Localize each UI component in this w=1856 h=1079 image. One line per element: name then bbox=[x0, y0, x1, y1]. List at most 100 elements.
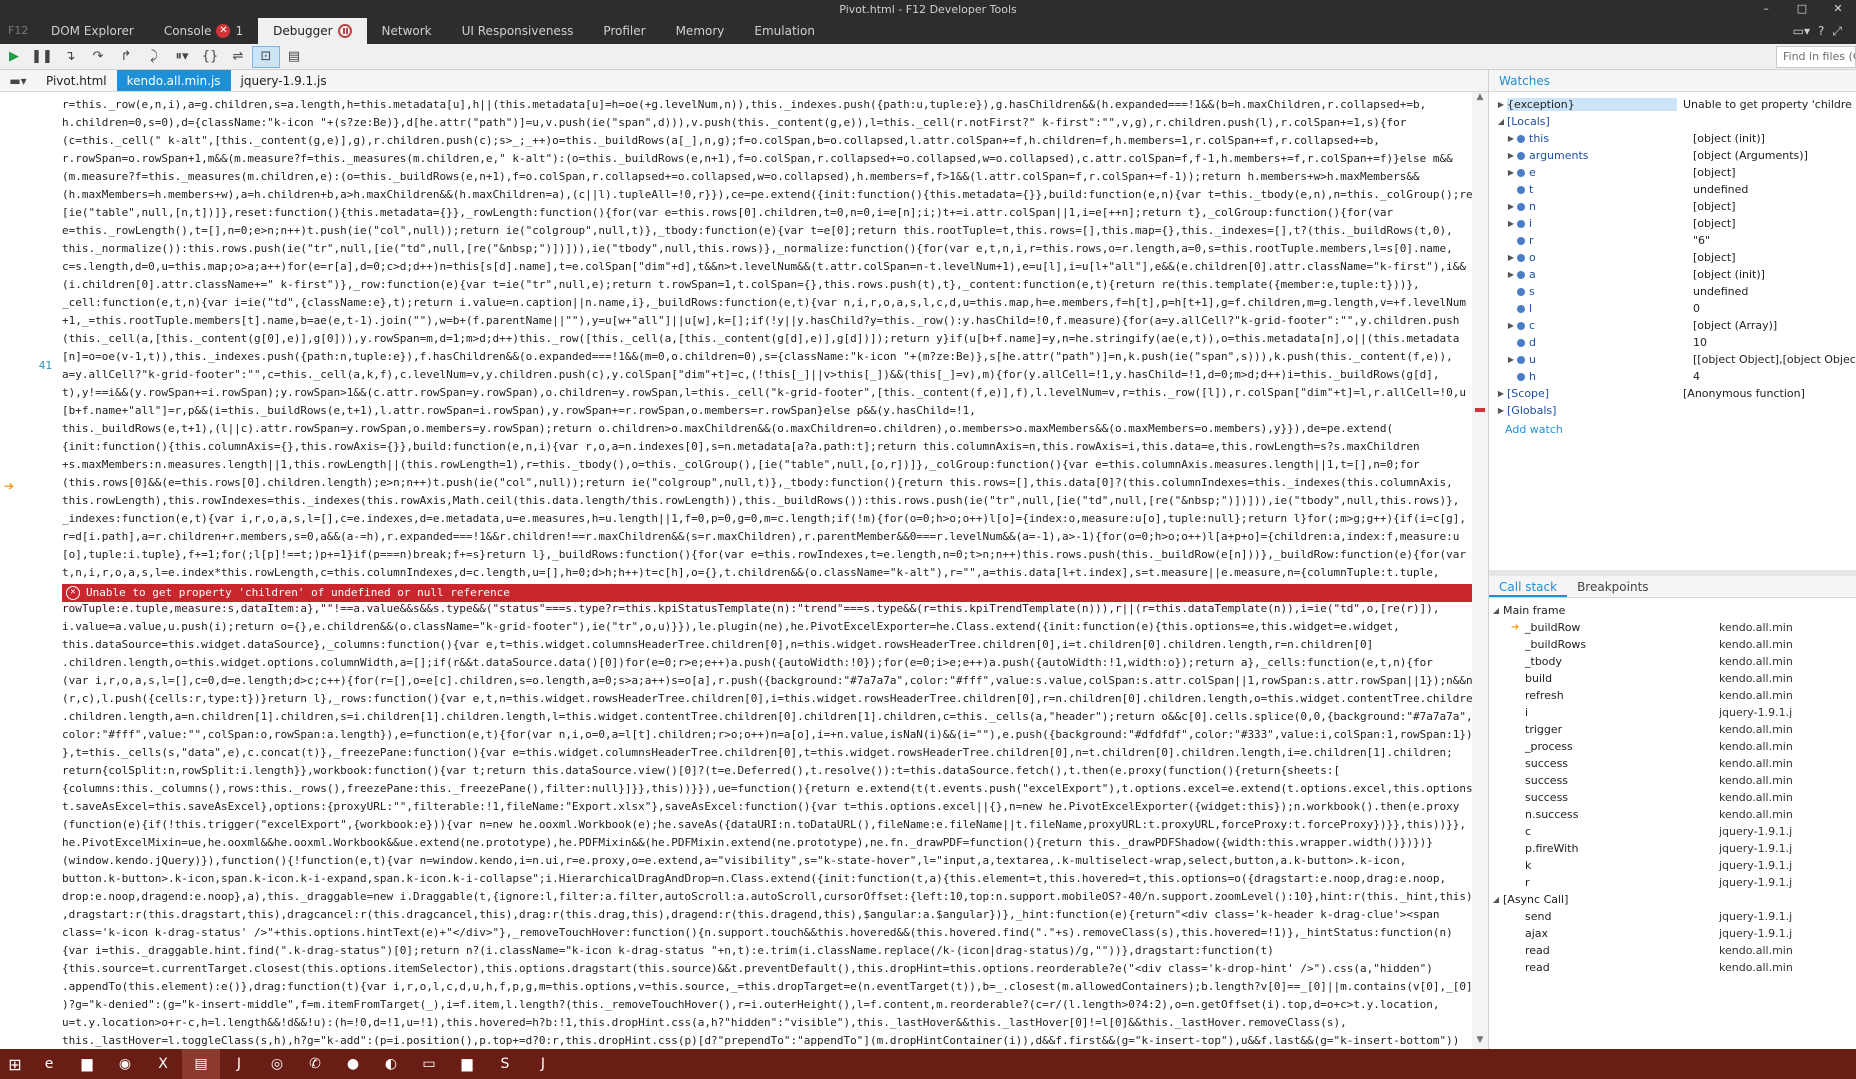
just-my-code-button[interactable]: ⊡ bbox=[252, 45, 280, 68]
watch-row[interactable]: ▶ a [object (init)] bbox=[1489, 266, 1856, 283]
collapse-icon[interactable]: ◢ bbox=[1489, 606, 1503, 615]
code-line[interactable]: .children.length,a=n.children[1].childre… bbox=[62, 708, 1472, 726]
code-line[interactable]: .children.length,o=this.widget.options.c… bbox=[62, 654, 1472, 672]
source-map-button[interactable]: ▤ bbox=[280, 46, 308, 68]
callstack-frame[interactable]: read kendo.all.min bbox=[1489, 959, 1856, 976]
expand-icon[interactable]: ▶ bbox=[1505, 355, 1517, 364]
windows-start-icon[interactable]: ⊞ bbox=[0, 1049, 30, 1079]
watch-row[interactable]: ▶ {exception} Unable to get property 'chil… bbox=[1489, 96, 1856, 113]
code-line[interactable]: this._buildRows(e,t+1),(l||c).attr.rowSp… bbox=[62, 420, 1472, 438]
pin-icon[interactable]: ⤢ bbox=[1832, 24, 1842, 39]
expand-icon[interactable]: ▶ bbox=[1495, 389, 1507, 398]
code-line[interactable]: this._lastHover=l.toggleClass(s,h),h?g="… bbox=[62, 1032, 1472, 1049]
skype-icon[interactable]: S bbox=[486, 1049, 524, 1079]
callstack-frame[interactable]: c jquery-1.9.1.j bbox=[1489, 823, 1856, 840]
code-line[interactable]: class='k-icon k-drag-status' />"+this.op… bbox=[62, 924, 1472, 942]
code-line[interactable]: he.PivotExcelMixin=ue,he.ooxml&&he.ooxml… bbox=[62, 834, 1472, 852]
code-line[interactable]: +s.maxMembers:n.measures.length||1,this.… bbox=[62, 456, 1472, 474]
code-line[interactable]: e=this._rowLength(),t=[],n=0;e>n;n++)t.p… bbox=[62, 222, 1472, 240]
callstack-frame[interactable]: success kendo.all.min bbox=[1489, 772, 1856, 789]
folder-icon[interactable]: ▆ bbox=[448, 1049, 486, 1079]
callstack-frame[interactable]: p.fireWith jquery-1.9.1.j bbox=[1489, 840, 1856, 857]
callstack-frame[interactable]: trigger kendo.all.min bbox=[1489, 721, 1856, 738]
viber-icon[interactable]: ✆ bbox=[296, 1049, 334, 1079]
code-scrollbar[interactable]: ▲ ▼ bbox=[1472, 92, 1488, 1049]
code-line[interactable]: button.k-button>.k-icon,span.k-icon.k-i-… bbox=[62, 870, 1472, 888]
code-line[interactable]: _cell:function(e,t,n){var i=ie("td",{cla… bbox=[62, 294, 1472, 312]
watch-row[interactable]: ▶ [Globals] bbox=[1489, 402, 1856, 419]
watch-row[interactable]: ▶ n [object] bbox=[1489, 198, 1856, 215]
code-line[interactable]: {init:function(){this.columnAxis={},this… bbox=[62, 438, 1472, 456]
help-icon[interactable]: ? bbox=[1818, 24, 1824, 38]
watch-row[interactable]: ▶ i [object] bbox=[1489, 215, 1856, 232]
tab-call-stack[interactable]: Call stack bbox=[1489, 576, 1568, 597]
app-icon[interactable]: ● bbox=[334, 1049, 372, 1079]
code-line[interactable]: [n]=o=oe(v-1,t)),this._indexes.push({pat… bbox=[62, 348, 1472, 366]
watch-row[interactable]: ▶ this [object (init)] bbox=[1489, 130, 1856, 147]
vs-jb-icon[interactable]: J bbox=[220, 1049, 258, 1079]
expand-icon[interactable]: ▶ bbox=[1505, 134, 1517, 143]
chrome-icon[interactable]: ◉ bbox=[106, 1049, 144, 1079]
code-line[interactable]: },t=this._cells(s,"data",e),c.concat(t)}… bbox=[62, 744, 1472, 762]
collapse-icon[interactable]: ◢ bbox=[1495, 117, 1507, 126]
ie-icon[interactable]: e bbox=[30, 1049, 68, 1079]
code-line[interactable]: c=s.length,d=0,u=this.map;o>a;a++)for(e=… bbox=[62, 258, 1472, 276]
code-line[interactable]: _indexes:function(e,t){var i,r,o,a,s,l=[… bbox=[62, 510, 1472, 528]
code-line[interactable]: a=y.allCell?"k-grid-footer":"",c=this._c… bbox=[62, 366, 1472, 384]
tab-emulation[interactable]: Emulation bbox=[739, 18, 830, 44]
callstack-group[interactable]: ◢ Main frame bbox=[1489, 602, 1856, 619]
explorer-icon[interactable]: ▆ bbox=[68, 1049, 106, 1079]
code-line[interactable]: )?g="k-denied":(g="k-insert-middle",f=m.… bbox=[62, 996, 1472, 1014]
code-line[interactable]: r.rowSpan=o.rowSpan+1,m&&(m.measure?f=th… bbox=[62, 150, 1472, 168]
tab-debugger[interactable]: Debugger bbox=[258, 18, 367, 44]
code-editor[interactable]: 41 ➔ r=this._row(e,n,i),a=g.children,s=a… bbox=[0, 92, 1488, 1049]
code-line[interactable]: this.dataSource=this.widget.dataSource},… bbox=[62, 636, 1472, 654]
watch-row[interactable]: ▶ o [object] bbox=[1489, 249, 1856, 266]
code-line[interactable]: (i.children[0].attr.className+=" k-first… bbox=[62, 276, 1472, 294]
vs-jb2-icon[interactable]: J bbox=[524, 1049, 562, 1079]
scroll-down-icon[interactable]: ▼ bbox=[1472, 1035, 1488, 1049]
watch-row[interactable]: ▶ arguments [object (Arguments)] bbox=[1489, 147, 1856, 164]
code-line[interactable]: [o],tuple:i.tuple},f+=1;for(;l[p]!==t;)p… bbox=[62, 546, 1472, 564]
callstack-frame[interactable]: i jquery-1.9.1.j bbox=[1489, 704, 1856, 721]
code-line[interactable]: {this.source=t.currentTarget.closest(thi… bbox=[62, 960, 1472, 978]
expand-icon[interactable]: ▶ bbox=[1505, 321, 1517, 330]
step-into-button[interactable]: ↴ bbox=[56, 46, 84, 68]
expand-icon[interactable]: ▶ bbox=[1505, 168, 1517, 177]
code-line[interactable]: this._normalize()):this.rows.push(ie("tr… bbox=[62, 240, 1472, 258]
tab-memory[interactable]: Memory bbox=[661, 18, 740, 44]
add-watch-link[interactable]: Add watch bbox=[1489, 419, 1856, 440]
break-on-new-worker-button[interactable]: ⤸ bbox=[140, 46, 168, 68]
callstack-frame[interactable]: r jquery-1.9.1.j bbox=[1489, 874, 1856, 891]
find-in-files-input[interactable]: Find in files (Ctrl bbox=[1776, 46, 1856, 68]
tab-console[interactable]: Console ✕ 1 bbox=[149, 18, 258, 44]
code-line[interactable]: [b+f.name+"all"]=r,p&&(i=this._buildRows… bbox=[62, 402, 1472, 420]
callstack-frame[interactable]: refresh kendo.all.min bbox=[1489, 687, 1856, 704]
expand-icon[interactable]: ▶ bbox=[1505, 253, 1517, 262]
cmd-icon[interactable]: ▭ bbox=[410, 1049, 448, 1079]
code-line[interactable]: t,n,i,r,o,a,s,l=e.index*this.rowLength,c… bbox=[62, 564, 1472, 582]
code-line[interactable]: (this.rows[0]&&(e=this.rows[0].children.… bbox=[62, 474, 1472, 492]
watch-row[interactable]: ▶ e [object] bbox=[1489, 164, 1856, 181]
exception-behavior-button[interactable]: ⏸▾ bbox=[168, 46, 196, 68]
watch-row[interactable]: r "6" bbox=[1489, 232, 1856, 249]
expand-icon[interactable]: ▶ bbox=[1505, 219, 1517, 228]
watch-row[interactable]: l0 bbox=[1489, 300, 1856, 317]
callstack-frame[interactable]: n.success kendo.all.min bbox=[1489, 806, 1856, 823]
code-line[interactable]: i.value=a.value,u.push(i);return o={},e.… bbox=[62, 618, 1472, 636]
watch-row[interactable]: ▶ c [object (Array)] bbox=[1489, 317, 1856, 334]
word-wrap-button[interactable]: ⇌ bbox=[224, 46, 252, 68]
code-line[interactable]: (this._cell(a,[this._content(g[0],e)],g[… bbox=[62, 330, 1472, 348]
callstack-frame[interactable]: success kendo.all.min bbox=[1489, 789, 1856, 806]
code-line[interactable]: return{colSplit:n,rowSplit:i.length}},wo… bbox=[62, 762, 1472, 780]
watch-row[interactable]: h4 bbox=[1489, 368, 1856, 385]
expand-icon[interactable]: ▶ bbox=[1495, 406, 1507, 415]
minimize-button[interactable]: – bbox=[1748, 0, 1784, 18]
watch-row[interactable]: d 10 bbox=[1489, 334, 1856, 351]
expand-icon[interactable]: ▶ bbox=[1505, 270, 1517, 279]
dock-icon[interactable]: ▭▾ bbox=[1793, 24, 1810, 38]
tab-profiler[interactable]: Profiler bbox=[588, 18, 660, 44]
callstack-frame[interactable]: ➔ _buildRow kendo.all.min bbox=[1489, 619, 1856, 636]
code-line[interactable]: r=d[i.path],a=r.children+r.members,s=0,a… bbox=[62, 528, 1472, 546]
file-tab-pivot[interactable]: Pivot.html bbox=[36, 70, 117, 91]
